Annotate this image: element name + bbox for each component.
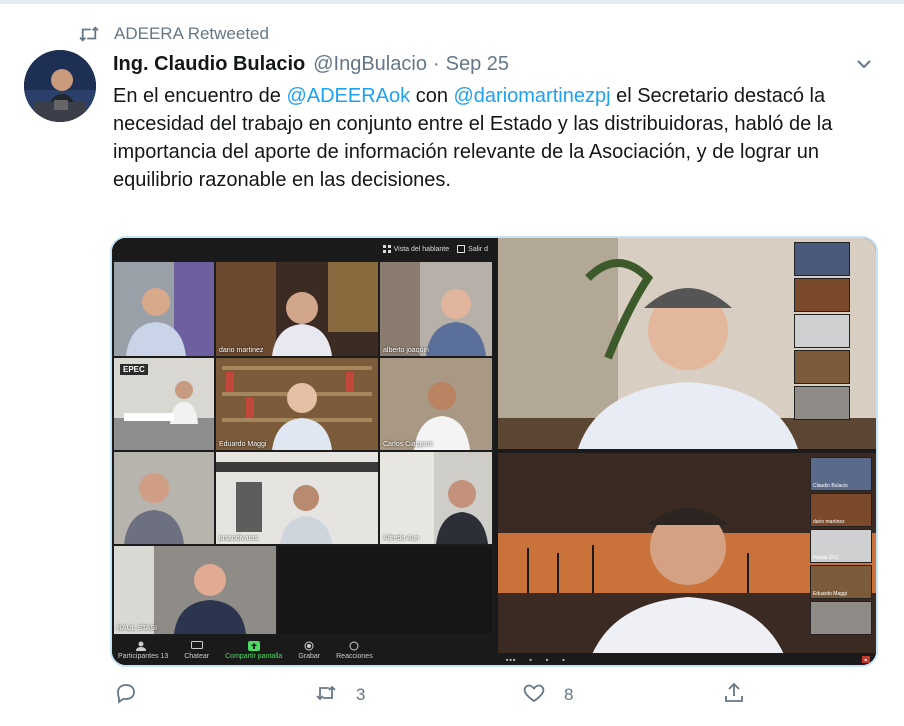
author-name[interactable]: Ing. Claudio Bulacio [113,53,305,76]
tweet-text-part: En el encuentro de [113,85,287,107]
participant-name: Eduardo Maggi [813,591,847,597]
reply-icon [114,681,138,710]
tweet-text: En el encuentro de @ADEERAok con @dariom… [113,82,873,194]
participant-tile: Carlos Ciapponi [380,358,492,450]
tweet-actions: 3 8 [110,682,760,708]
participant-name: Alfredo Aun [383,535,420,542]
participant-name: alberto joaquin [383,347,429,354]
speaker-video-photo[interactable] [498,238,876,449]
participant-tile: RAUL STASI [114,546,276,634]
retweet-icon [78,23,104,45]
participant-name: Eduardo Maggi [219,441,267,448]
epec-logo: EPEC [120,364,148,375]
participant-tile: dario martinez [216,262,378,356]
zoom-gallery-screenshot[interactable]: Vista del hablante Salir d dario martine… [112,238,494,665]
participant-tile: Eduardo Maggi [216,358,378,450]
participants-label: Participantes [118,652,159,660]
retweet-icon [314,681,338,710]
like-count: 8 [564,685,574,704]
tweet-text-part: con [410,85,454,107]
participant-name: dario martinez [219,347,264,354]
participant-tile [114,262,214,356]
chat-label: Chatear [184,652,210,660]
zoom-toolbar: Participantes 13 Chatear Compartir panta… [112,635,494,665]
participant-name: Claudio Bulacio [813,483,848,489]
mini-tile [794,386,850,420]
participants-count: 13 [160,652,169,660]
share-button[interactable] [722,682,746,708]
participant-name: Pirada ENC [813,555,840,561]
participant-name: RAUL STASI [117,625,158,632]
reactions-icon [349,641,359,650]
record-icon [304,641,314,650]
mini-tile [794,350,850,384]
heart-icon [522,681,546,710]
share-icon [722,681,746,710]
exit-fullscreen-button: Salir d [457,245,488,253]
mini-tile [794,242,850,276]
record-button: Grabar [298,641,320,660]
chat-icon [190,640,203,649]
mini-tile: Eduardo Maggi [810,565,872,599]
speaker-video-photo[interactable]: Claudio Bulacio dario martinez Pirada EN… [498,453,876,665]
retweet-button[interactable]: 3 [314,682,365,708]
mention-link[interactable]: @ADEERAok [286,85,410,107]
like-button[interactable]: 8 [522,682,573,708]
participant-name: jusandivaras [219,535,259,542]
tweet-date[interactable]: Sep 25 [446,53,509,76]
retweet-context[interactable]: ADEERA Retweeted [78,22,269,46]
reactions-label: Reacciones [336,652,373,660]
record-label: Grabar [298,652,321,660]
top-divider [0,0,904,4]
mini-tile: Claudio Bulacio [810,457,872,491]
tweet-header: Ing. Claudio Bulacio @IngBulacio · Sep 2… [113,50,874,78]
share-screen-icon [247,640,260,651]
avatar[interactable] [24,50,96,122]
mini-tile [794,314,850,348]
retweet-label: ADEERA Retweeted [114,24,269,43]
speaker-view-label: Vista del hablante [393,245,450,253]
speaker-view-button: Vista del hablante [382,245,450,253]
mini-tile: dario martinez [810,493,872,527]
share-screen-label: Compartir pantalla [225,652,283,660]
participants-button: Participantes 13 [118,641,168,660]
participant-tile: EPEC [114,358,214,450]
participant-name: dario martinez [813,519,845,525]
chat-button: Chatear [184,640,210,660]
empty-tile [278,546,492,634]
exit-label: Salir d [468,245,488,253]
header-separator: · [432,52,440,75]
tweet-media[interactable]: Vista del hablante Salir d dario martine… [110,236,878,667]
zoom-topbar: Vista del hablante Salir d [112,238,494,260]
share-screen-button: Compartir pantalla [225,640,283,660]
mention-link[interactable]: @dariomartinezpj [454,85,611,107]
participant-tile: jusandivaras [216,452,378,544]
mini-tile [810,601,872,635]
zoom-toolbar-small: ■ ■ ■ ■ ■ ■ ■ [498,653,876,665]
reactions-button: Reacciones [336,641,373,660]
mini-tile [794,278,850,312]
reply-button[interactable] [114,682,156,708]
mini-tile: Pirada ENC [810,529,872,563]
participant-name: Carlos Ciapponi [383,441,433,448]
participants-icon [136,641,147,651]
grid-icon [382,245,391,253]
chevron-down-icon[interactable] [852,52,876,76]
participant-tile [114,452,214,544]
retweet-count: 3 [356,685,366,704]
participant-tile: alberto joaquin [380,262,492,356]
participant-tile: Alfredo Aun [380,452,492,544]
exit-icon [457,245,466,253]
author-handle[interactable]: @IngBulacio [313,53,427,76]
